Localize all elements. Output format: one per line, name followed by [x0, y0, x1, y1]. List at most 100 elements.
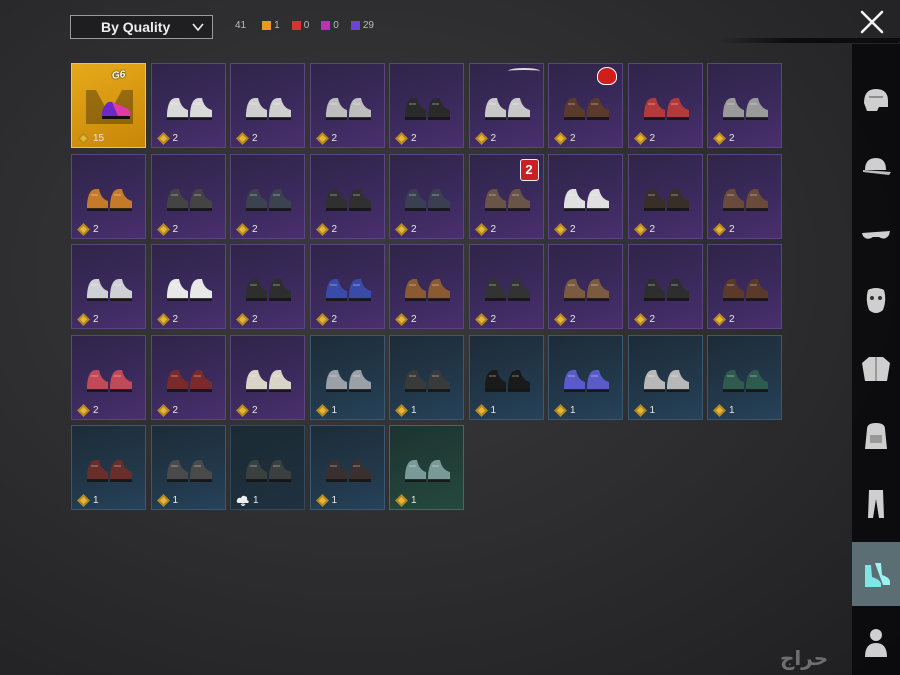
item-count: 2 [633, 222, 655, 236]
sidebar-tab-backpack[interactable] [852, 404, 900, 468]
inventory-item[interactable]: 1 [627, 334, 703, 420]
shoe-icon [405, 460, 450, 482]
inventory-item[interactable]: 1 [548, 334, 623, 420]
item-count-value: 2 [172, 314, 179, 325]
inventory-item[interactable]: 2 [230, 153, 305, 239]
sidebar-tab-helmet[interactable] [852, 68, 900, 132]
sidebar-tab-jacket[interactable] [852, 336, 900, 400]
inventory-item[interactable]: 2 [71, 153, 146, 239]
inventory-item[interactable]: 2 [627, 244, 703, 329]
inventory-item[interactable]: 2 [230, 63, 305, 148]
sidebar-tab-character[interactable] [852, 610, 900, 674]
item-count: 2 [77, 222, 99, 236]
watermark: حراج [780, 646, 829, 670]
inventory-item[interactable]: 1 [389, 425, 464, 510]
inventory-item[interactable]: 2 [150, 334, 226, 420]
inventory-item[interactable]: 2 [468, 244, 544, 329]
inventory-item[interactable]: 1 [309, 334, 385, 420]
inventory-item[interactable]: 1 [230, 425, 305, 510]
inventory-item[interactable]: 22 [468, 153, 544, 239]
item-count-value: 2 [490, 133, 497, 144]
inventory-item[interactable]: 2 [389, 244, 464, 329]
item-count-value: 1 [490, 404, 497, 416]
helmet-icon [864, 89, 888, 111]
collab-badge-icon: 2 [519, 158, 539, 181]
shoe-icon [723, 369, 768, 392]
item-count-value: 2 [93, 223, 99, 235]
sidebar-tab-pants[interactable] [852, 472, 900, 536]
shoe-icon [246, 188, 291, 211]
inventory-item[interactable]: 2 [707, 244, 782, 329]
diamond-icon [156, 222, 170, 236]
swatch-icon [321, 21, 331, 30]
shoe-icon [643, 98, 689, 120]
diamond-icon [77, 313, 90, 326]
close-icon[interactable] [858, 8, 886, 36]
inventory-item[interactable]: G6 15 [71, 63, 146, 148]
inventory-item[interactable]: 2 [548, 63, 623, 148]
inventory-item[interactable]: 2 [230, 244, 305, 329]
glasses-icon [862, 231, 890, 239]
brand-logo-icon [597, 67, 617, 85]
diamond-icon [713, 132, 726, 145]
inventory-item[interactable]: 2 [309, 153, 385, 239]
diamond-icon [395, 403, 408, 417]
inventory-item[interactable]: 1 [707, 334, 782, 420]
sidebar-tab-shoes[interactable] [852, 542, 900, 606]
inventory-item[interactable]: 2 [389, 63, 464, 148]
inventory-item[interactable]: 2 [150, 244, 226, 329]
shoe-icon [246, 279, 291, 301]
inventory-item[interactable]: 1 [71, 425, 146, 510]
sidebar-tab-glasses[interactable] [852, 204, 900, 268]
item-count: 1 [633, 403, 655, 417]
item-count: 2 [395, 222, 417, 236]
item-count: 2 [77, 313, 99, 326]
inventory-item[interactable]: 2 [548, 244, 623, 329]
inventory-item[interactable]: 2 [150, 153, 226, 239]
item-count-value: 15 [93, 133, 105, 144]
item-count: 2 [236, 132, 258, 145]
shoe-icon [405, 369, 450, 392]
shoe-icon [643, 279, 689, 301]
shoe-icon [87, 188, 132, 211]
diamond-icon [315, 132, 329, 145]
inventory-item[interactable]: 2 [468, 63, 544, 148]
diamond-icon [474, 132, 488, 145]
item-count: 1 [236, 494, 259, 506]
inventory-item[interactable]: 2 [71, 244, 146, 329]
inventory-item[interactable]: 2 [71, 334, 146, 420]
shoe-icon [325, 369, 371, 392]
inventory-item[interactable]: 2 [389, 153, 464, 239]
character-icon [865, 629, 887, 657]
inventory-item[interactable]: 2 [707, 153, 782, 239]
inventory-item[interactable]: 2 [627, 153, 703, 239]
inventory-item[interactable]: 2 [627, 63, 703, 148]
sidebar-tab-cap[interactable] [852, 135, 900, 199]
inventory-item[interactable]: 2 [707, 63, 782, 148]
item-count: 2 [156, 403, 178, 417]
inventory-item[interactable]: 2 [230, 334, 305, 420]
item-count-value: 1 [172, 495, 179, 506]
shoe-icon [246, 369, 291, 392]
item-count: 2 [554, 132, 576, 145]
item-count-value: 2 [729, 223, 735, 235]
inventory-item[interactable]: 1 [150, 425, 226, 510]
inventory-item[interactable]: 2 [150, 63, 226, 148]
inventory-item[interactable]: 2 [548, 153, 623, 239]
inventory-item[interactable]: 2 [309, 63, 385, 148]
item-count: 2 [554, 222, 576, 236]
shoe-icon [564, 279, 609, 301]
swatch-icon [350, 21, 360, 30]
inventory-item[interactable]: 1 [389, 334, 464, 420]
diamond-icon [633, 222, 647, 236]
sidebar-tab-mask[interactable] [852, 269, 900, 333]
item-count: 2 [395, 132, 417, 145]
sort-dropdown[interactable]: By Quality [70, 15, 213, 39]
inventory-item[interactable]: 1 [468, 334, 544, 420]
item-count: 2 [474, 132, 497, 145]
inventory-item[interactable]: 1 [309, 425, 385, 510]
item-count: 2 [236, 222, 258, 236]
item-count-value: 1 [331, 404, 338, 416]
top-bar: By Quality 41 1 0 0 29 [0, 0, 900, 50]
inventory-item[interactable]: 2 [309, 244, 385, 329]
